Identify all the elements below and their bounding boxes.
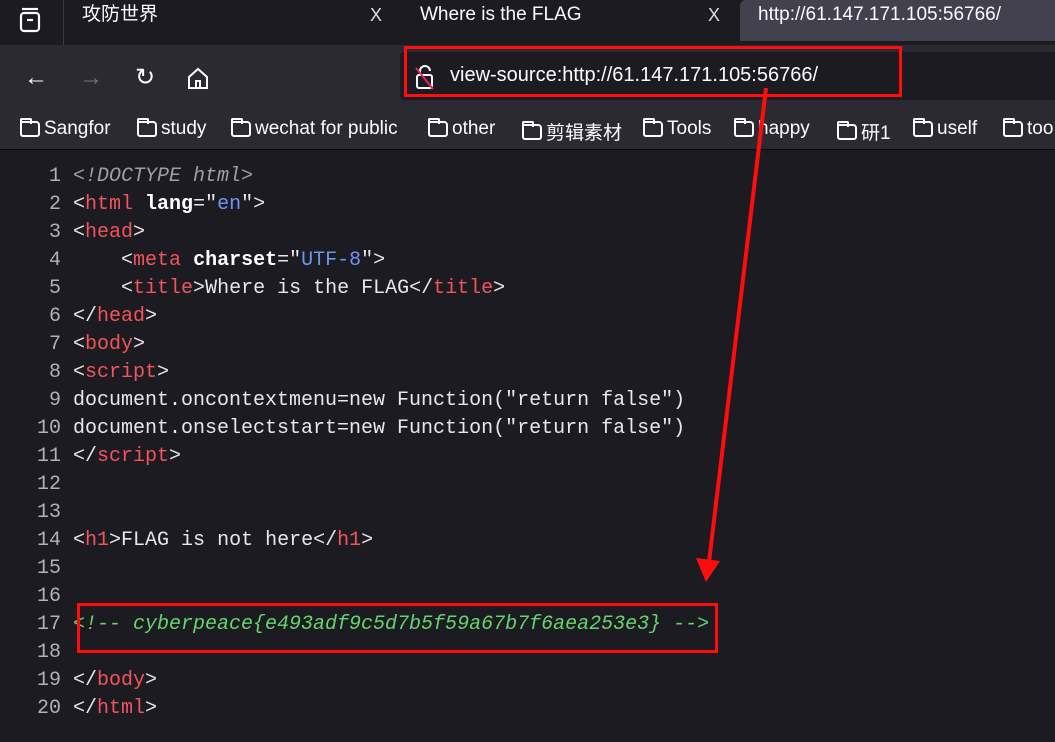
annotation-arrow <box>696 87 768 582</box>
